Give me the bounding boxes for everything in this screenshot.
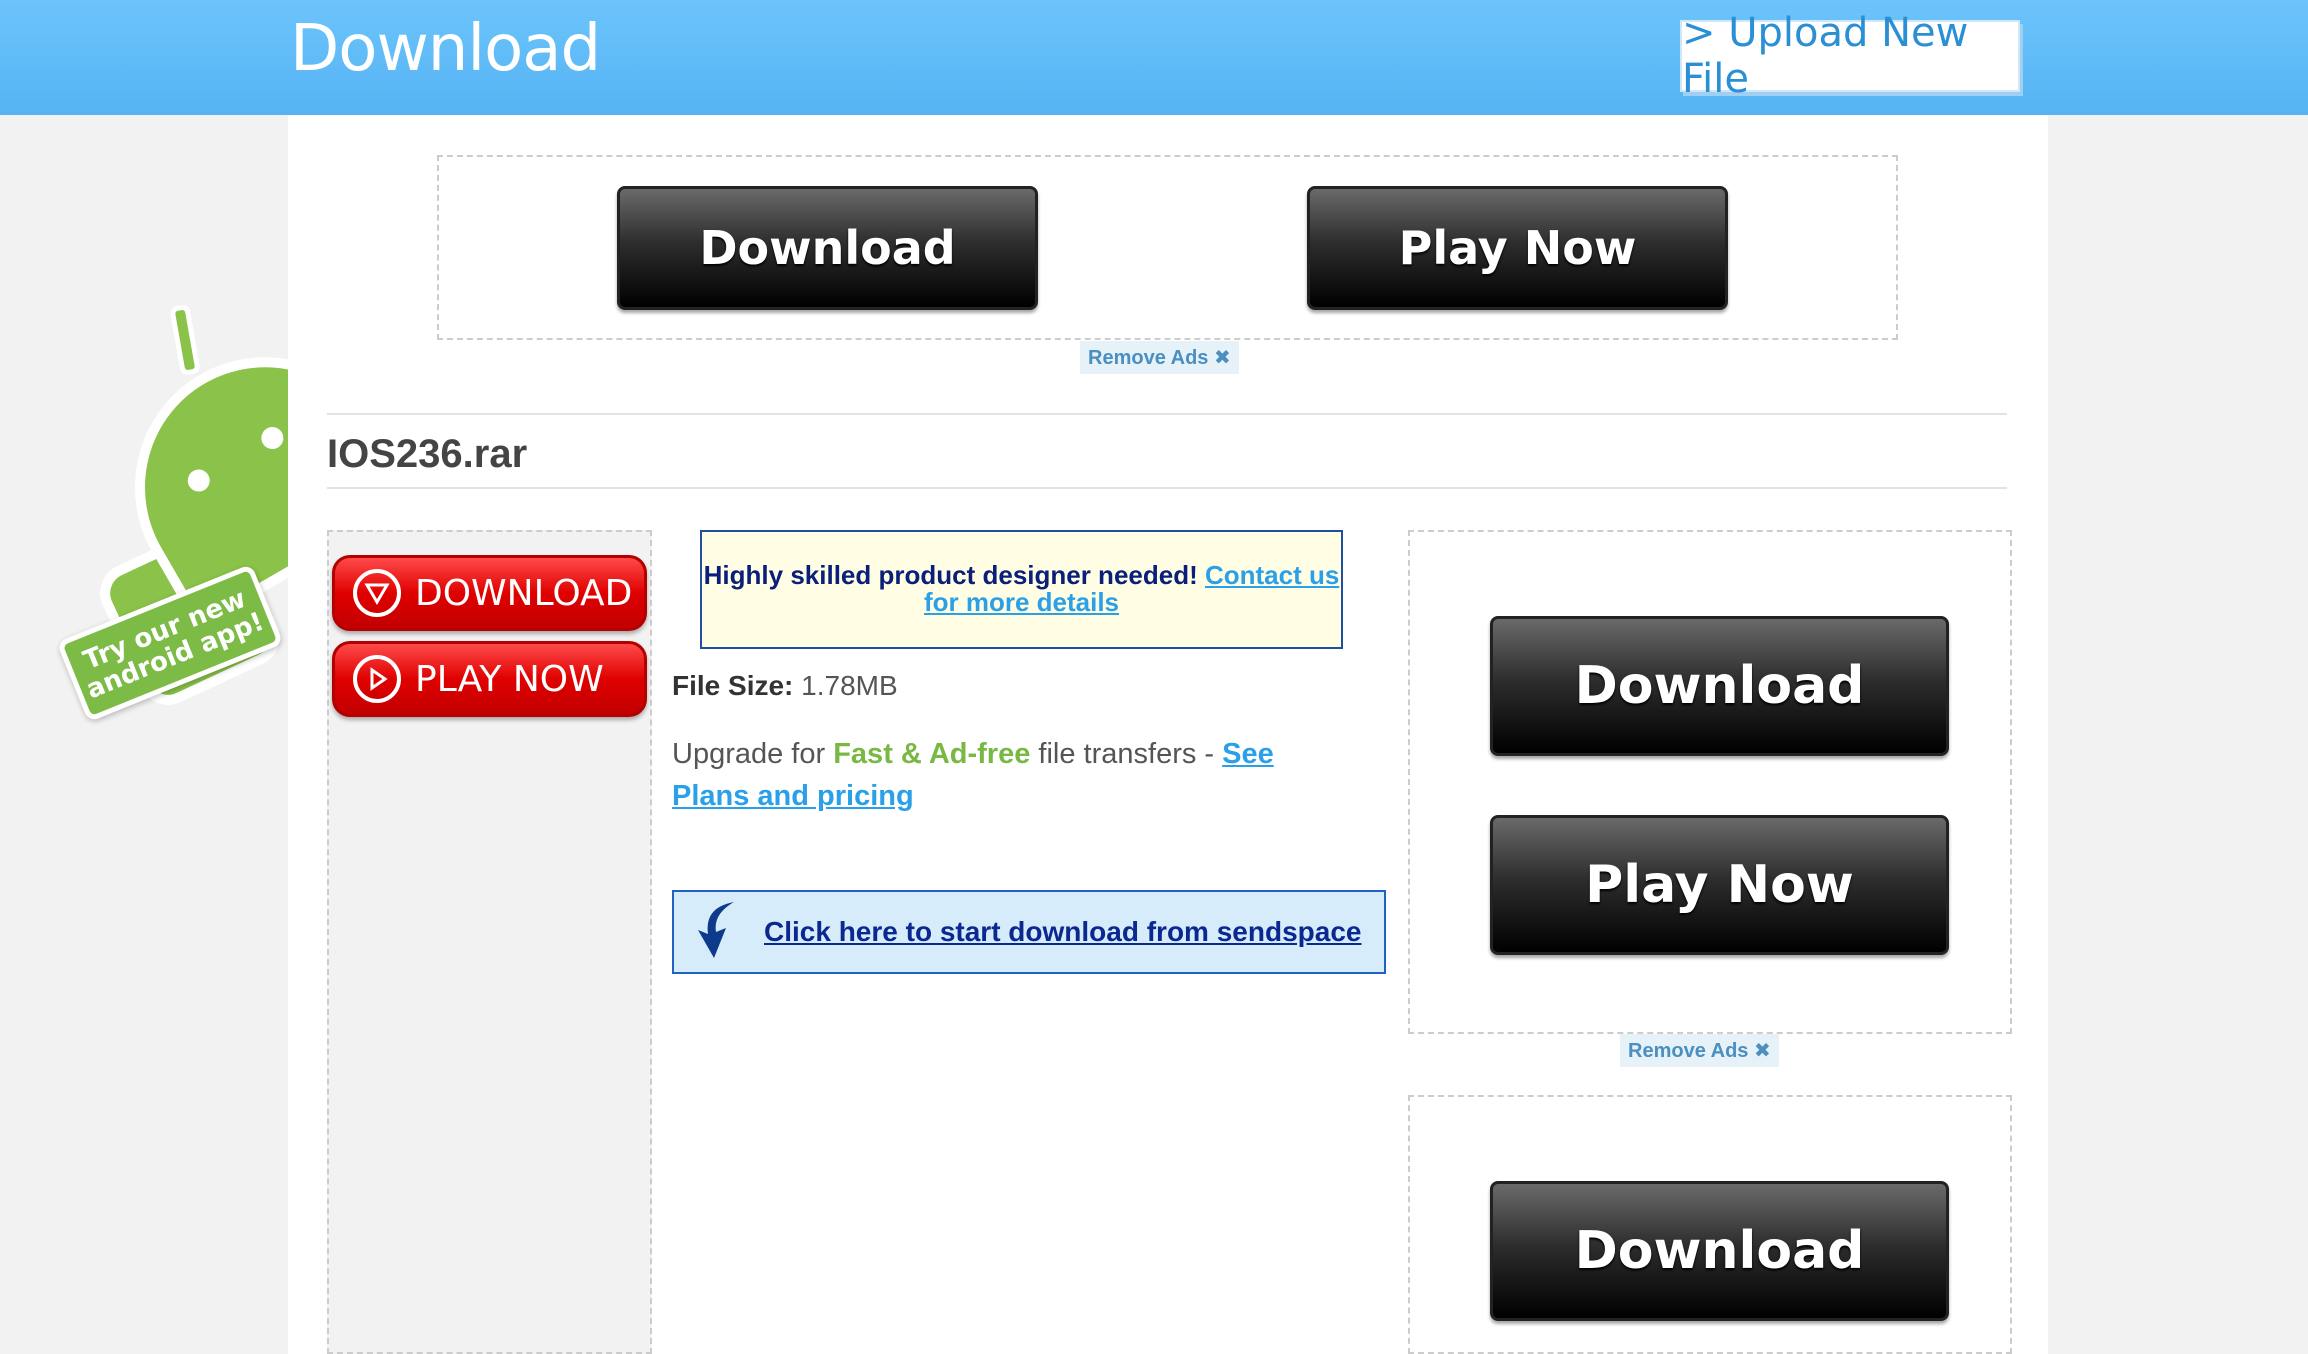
- android-eye-icon: [183, 465, 214, 496]
- left-ad-play-now-button[interactable]: PLAY NOW: [332, 641, 647, 717]
- play-icon: [353, 655, 401, 703]
- upgrade-highlight: Fast & Ad-free: [833, 738, 1031, 770]
- right-ad-box: [1408, 530, 2012, 1034]
- job-notice-text: Highly skilled product designer needed!: [703, 560, 1198, 590]
- download-arrow-icon: [353, 569, 401, 617]
- file-size-value: 1.78MB: [801, 670, 898, 701]
- upload-new-file-button[interactable]: > Upload New File: [1680, 10, 2020, 102]
- android-antenna-icon: [169, 303, 201, 377]
- upgrade-middle: file transfers -: [1038, 738, 1215, 770]
- top-ad-play-now-button[interactable]: Play Now: [1307, 186, 1728, 310]
- job-notice-box: Highly skilled product designer needed! …: [700, 530, 1343, 649]
- download-curved-arrow-icon: [694, 900, 754, 965]
- right-ad-download-button[interactable]: Download: [1490, 616, 1949, 756]
- left-ad-download-button[interactable]: DOWNLOAD: [332, 555, 647, 631]
- divider: [327, 413, 2007, 415]
- file-name-heading: IOS236.rar: [327, 432, 528, 476]
- left-ad-download-label: DOWNLOAD: [415, 572, 633, 614]
- top-ad-download-button[interactable]: Download: [617, 186, 1038, 310]
- android-app-promo[interactable]: Sk Try our new android app!: [55, 303, 423, 723]
- start-download-link[interactable]: Click here to start download from sendsp…: [764, 916, 1361, 948]
- android-eye-icon: [257, 423, 288, 454]
- right-ad-2-download-button[interactable]: Download: [1490, 1181, 1949, 1321]
- upgrade-notice: Upgrade for Fast & Ad-free file transfer…: [672, 733, 1322, 817]
- file-size-label: File Size:: [672, 670, 794, 701]
- remove-ads-link[interactable]: Remove Ads ✖: [1620, 1034, 1779, 1067]
- file-size-row: File Size: 1.78MB: [672, 670, 898, 702]
- page-title: Download: [290, 12, 601, 86]
- remove-ads-link[interactable]: Remove Ads ✖: [1080, 341, 1239, 374]
- header-bar: Download > Upload New File: [0, 0, 2308, 115]
- divider: [327, 487, 2007, 489]
- right-ad-play-now-button[interactable]: Play Now: [1490, 815, 1949, 955]
- upgrade-prefix: Upgrade for: [672, 738, 826, 770]
- start-download-link-box[interactable]: Click here to start download from sendsp…: [672, 890, 1386, 974]
- left-ad-play-now-label: PLAY NOW: [415, 658, 604, 700]
